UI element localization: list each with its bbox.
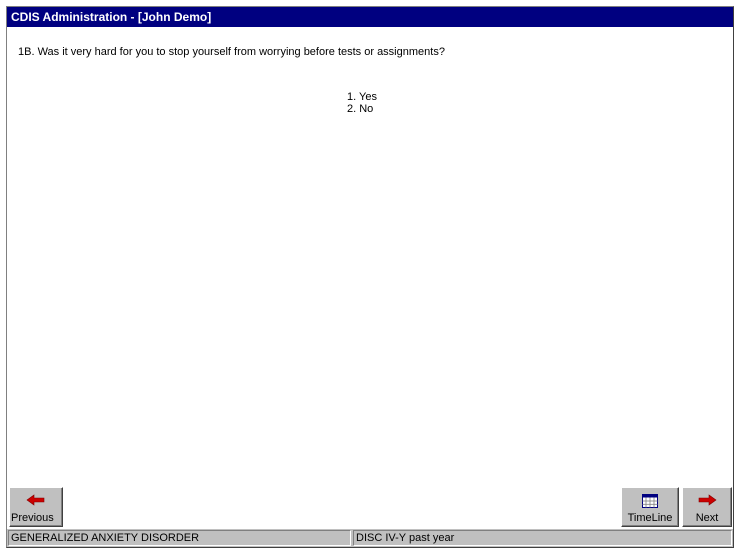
previous-button-label: Previous (11, 512, 54, 524)
question-text: 1B. Was it very hard for you to stop you… (18, 46, 445, 58)
previous-button[interactable]: Previous (9, 487, 63, 527)
timeline-button[interactable]: TimeLine (621, 487, 679, 527)
cdis-window: CDIS Administration - [John Demo] 1B. Wa… (6, 6, 734, 548)
status-module: DISC IV-Y past year (353, 530, 732, 546)
answer-option-yes[interactable]: 1. Yes (347, 91, 377, 103)
answer-option-no[interactable]: 2. No (347, 103, 377, 115)
status-bar: GENERALIZED ANXIETY DISORDER DISC IV-Y p… (7, 529, 733, 547)
window-title: CDIS Administration - [John Demo] (7, 7, 733, 27)
arrow-left-icon (10, 494, 62, 508)
status-section: GENERALIZED ANXIETY DISORDER (8, 530, 351, 546)
answer-options: 1. Yes 2. No (347, 91, 377, 115)
next-button[interactable]: Next (682, 487, 732, 527)
next-button-label: Next (695, 512, 719, 524)
timeline-button-label: TimeLine (627, 512, 673, 524)
arrow-right-icon (683, 494, 731, 508)
calendar-icon (622, 494, 678, 508)
